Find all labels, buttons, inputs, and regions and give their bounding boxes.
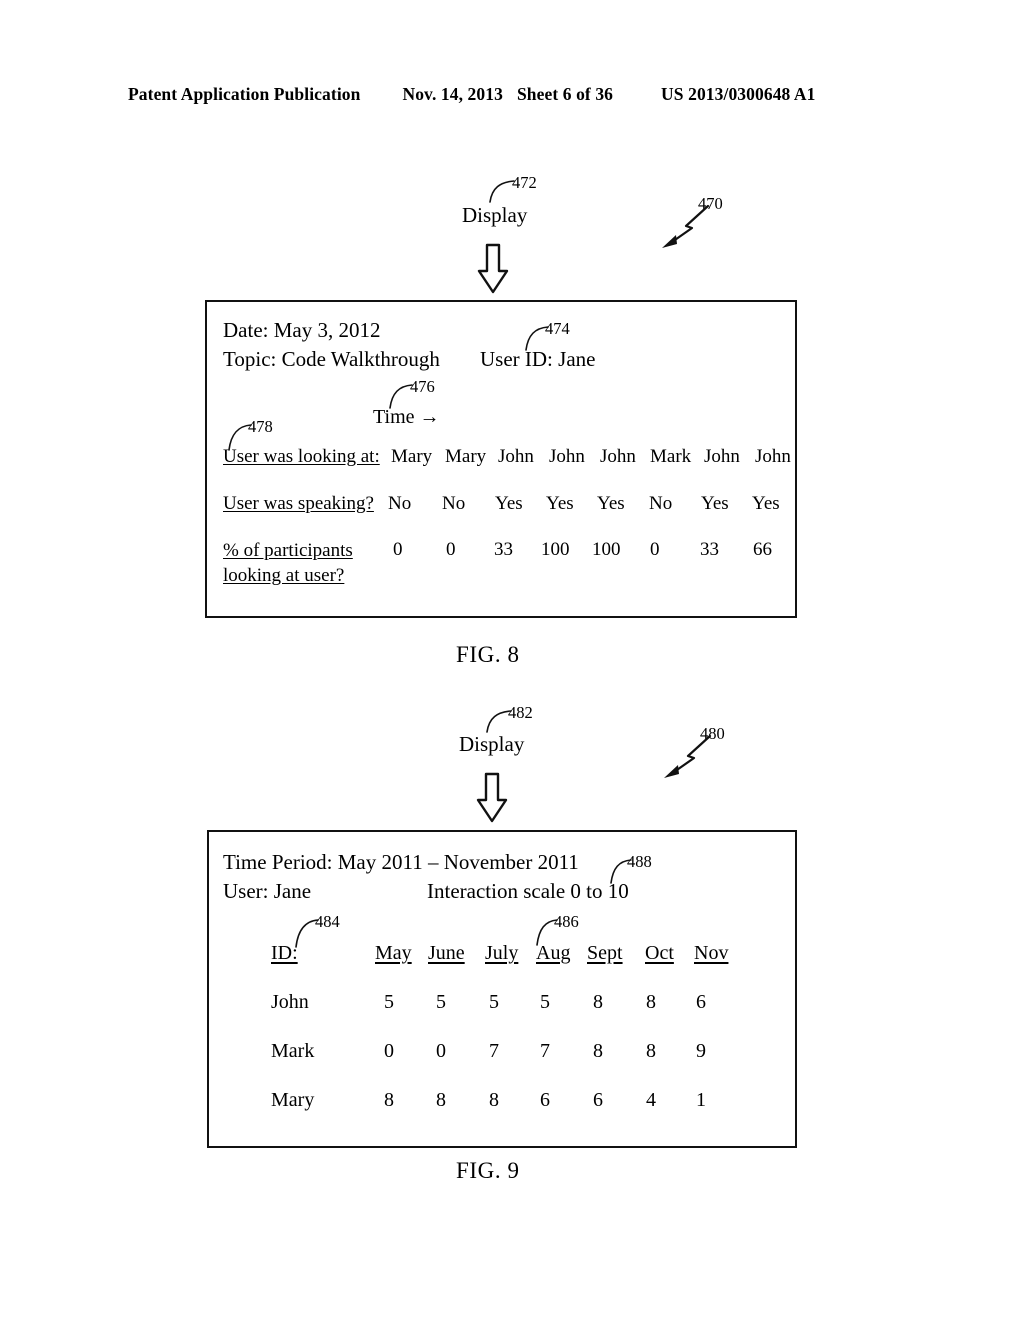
display-label-fig9: Display <box>459 732 525 756</box>
row-name-mark: Mark <box>271 1040 315 1062</box>
cell-mary-aug: 6 <box>540 1089 550 1111</box>
column-header-aug: Aug <box>536 942 571 964</box>
cell-mark-aug: 7 <box>540 1040 550 1062</box>
figure-caption-8: FIG. 8 <box>456 642 520 667</box>
cell-speaking-4: Yes <box>546 493 574 514</box>
cell-looking-at-1: Mary <box>391 446 433 467</box>
cell-looking-at-6: Mark <box>650 446 692 467</box>
cell-john-june: 5 <box>436 991 446 1013</box>
display-label-fig8: Display <box>462 203 528 227</box>
leader-line-474 <box>525 326 549 351</box>
cell-speaking-7: Yes <box>701 493 729 514</box>
zigzag-pointer-480 <box>664 734 712 778</box>
cell-looking-at-5: John <box>600 446 636 467</box>
column-header-july: July <box>485 942 519 964</box>
cell-speaking-6: No <box>649 493 673 514</box>
cell-john-nov: 6 <box>696 991 706 1013</box>
row-label-speaking: User was speaking? <box>223 493 374 514</box>
header-publication-date: Nov. 14, 2013 <box>402 84 503 104</box>
cell-mary-oct: 4 <box>646 1089 656 1111</box>
row-label-percent-line2: looking at user? <box>223 565 345 586</box>
cell-percent-2: 0 <box>446 539 456 560</box>
cell-mark-oct: 8 <box>646 1040 656 1062</box>
cell-percent-6: 0 <box>650 539 660 560</box>
row-name-john: John <box>271 991 309 1013</box>
column-header-june: June <box>428 942 465 964</box>
cell-percent-4: 100 <box>541 539 570 560</box>
cell-mary-july: 8 <box>489 1089 499 1111</box>
cell-john-aug: 5 <box>540 991 550 1013</box>
cell-mary-sept: 6 <box>593 1089 603 1111</box>
cell-mary-nov: 1 <box>696 1089 706 1111</box>
cell-looking-at-8: John <box>755 446 791 467</box>
cell-speaking-2: No <box>442 493 466 514</box>
column-header-may: May <box>375 942 412 964</box>
cell-speaking-8: Yes <box>752 493 780 514</box>
row-label-looking-at: User was looking at: <box>223 446 380 467</box>
time-period-line: Time Period: May 2011 – November 2011 <box>223 850 579 874</box>
page-running-header: Patent Application Publication Nov. 14, … <box>128 84 896 110</box>
cell-percent-7: 33 <box>700 539 719 560</box>
cell-percent-5: 100 <box>592 539 621 560</box>
cell-looking-at-7: John <box>704 446 740 467</box>
cell-john-may: 5 <box>384 991 394 1013</box>
zigzag-pointer-470 <box>662 204 710 248</box>
column-header-oct: Oct <box>645 942 674 964</box>
header-publication-title: Patent Application Publication <box>128 84 361 104</box>
interaction-scale-line: Interaction scale 0 to 10 <box>427 879 629 903</box>
cell-mark-june: 0 <box>436 1040 446 1062</box>
down-arrow-icon-fig9 <box>476 772 508 823</box>
table-row-looking-at: User was looking at: Mary Mary John John… <box>223 446 791 472</box>
header-sheet-number: Sheet 6 of 36 <box>516 84 614 104</box>
cell-looking-at-2: Mary <box>445 446 487 467</box>
cell-speaking-5: Yes <box>597 493 625 514</box>
column-header-id: ID: <box>271 942 298 964</box>
row-label-percent-line1: % of participants <box>223 540 353 561</box>
cell-percent-8: 66 <box>753 539 772 560</box>
row-name-mary: Mary <box>271 1089 315 1111</box>
time-axis-label: Time → <box>373 406 440 428</box>
column-header-nov: Nov <box>694 942 729 964</box>
header-patent-number: US 2013/0300648 A1 <box>661 84 816 104</box>
leader-line-488 <box>610 859 632 884</box>
cell-percent-1: 0 <box>393 539 403 560</box>
table-row-percent-looking: % of participants looking at user? 0 0 3… <box>223 539 783 591</box>
cell-looking-at-3: John <box>498 446 534 467</box>
user-line: User: Jane <box>223 879 312 903</box>
meeting-date-line: Date: May 3, 2012 <box>223 318 381 342</box>
figure-caption-9: FIG. 9 <box>456 1158 520 1183</box>
cell-john-sept: 8 <box>593 991 603 1013</box>
cell-john-july: 5 <box>489 991 499 1013</box>
cell-percent-3: 33 <box>494 539 513 560</box>
cell-mark-may: 0 <box>384 1040 394 1062</box>
cell-mark-july: 7 <box>489 1040 499 1062</box>
cell-mark-sept: 8 <box>593 1040 603 1062</box>
leader-line-482 <box>486 710 512 733</box>
display-screen-fig8: Date: May 3, 2012 Topic: Code Walkthroug… <box>205 300 797 618</box>
column-header-sept: Sept <box>587 942 623 964</box>
cell-john-oct: 8 <box>646 991 656 1013</box>
down-arrow-icon-fig8 <box>477 243 509 294</box>
meeting-topic-line: Topic: Code Walkthrough <box>223 347 440 371</box>
cell-speaking-1: No <box>388 493 412 514</box>
display-screen-fig9: Time Period: May 2011 – November 2011 Us… <box>207 830 797 1148</box>
cell-mary-may: 8 <box>384 1089 394 1111</box>
cell-speaking-3: Yes <box>495 493 523 514</box>
cell-looking-at-4: John <box>549 446 585 467</box>
leader-line-472 <box>489 180 515 203</box>
table-row-speaking: User was speaking? No No Yes Yes Yes No … <box>223 493 783 519</box>
cell-mary-june: 8 <box>436 1089 446 1111</box>
cell-mark-nov: 9 <box>696 1040 706 1062</box>
leader-line-484 <box>295 919 319 948</box>
